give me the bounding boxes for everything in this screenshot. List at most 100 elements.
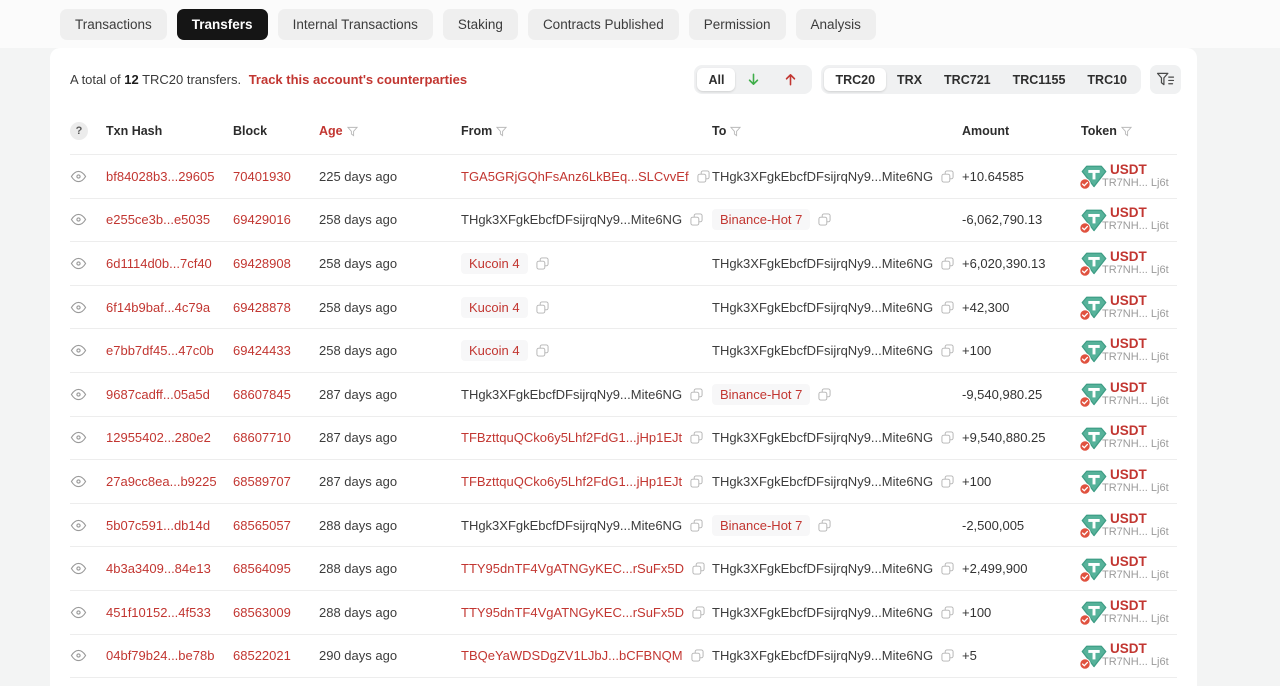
header-age[interactable]: Age	[319, 124, 461, 138]
to-address[interactable]: THgk3XFgkEbcfDFsijrqNy9...Mite6NG	[712, 343, 933, 358]
block-link[interactable]: 68564095	[233, 561, 291, 576]
token-symbol-link[interactable]: USDT	[1110, 293, 1169, 307]
token-symbol-link[interactable]: USDT	[1110, 424, 1169, 438]
txn-hash-link[interactable]: 6f14b9baf...4c79a	[106, 300, 210, 315]
header-to[interactable]: To	[712, 124, 962, 138]
from-address[interactable]: Kucoin 4	[461, 252, 528, 274]
tab-transfers[interactable]: Transfers	[176, 8, 268, 40]
eye-icon[interactable]	[70, 560, 87, 577]
copy-icon[interactable]	[690, 519, 703, 532]
block-link[interactable]: 68607710	[233, 430, 291, 445]
copy-icon[interactable]	[818, 519, 831, 532]
token-symbol-link[interactable]: USDT	[1110, 468, 1169, 482]
tab-permission[interactable]: Permission	[688, 8, 786, 40]
block-link[interactable]: 68522021	[233, 648, 291, 663]
txn-hash-link[interactable]: 04bf79b24...be78b	[106, 648, 214, 663]
to-address[interactable]: THgk3XFgkEbcfDFsijrqNy9...Mite6NG	[712, 256, 933, 271]
eye-icon[interactable]	[70, 604, 87, 621]
copy-icon[interactable]	[941, 301, 954, 314]
copy-icon[interactable]	[818, 213, 831, 226]
txn-hash-link[interactable]: 9687cadff...05a5d	[106, 387, 210, 402]
to-address[interactable]: Binance-Hot 7	[712, 383, 811, 405]
copy-icon[interactable]	[941, 344, 954, 357]
eye-icon[interactable]	[70, 168, 87, 185]
eye-icon[interactable]	[70, 342, 87, 359]
copy-icon[interactable]	[941, 170, 954, 183]
txn-hash-link[interactable]: 27a9cc8ea...b9225	[106, 474, 217, 489]
txn-hash-link[interactable]: e7bb7df45...47c0b	[106, 343, 214, 358]
filter-list-button[interactable]	[1150, 65, 1181, 94]
eye-icon[interactable]	[70, 211, 87, 228]
token-symbol-link[interactable]: USDT	[1110, 337, 1169, 351]
copy-icon[interactable]	[690, 388, 703, 401]
token-type-trc20-button[interactable]: TRC20	[824, 68, 887, 91]
from-address[interactable]: Kucoin 4	[461, 296, 528, 318]
token-symbol-link[interactable]: USDT	[1110, 381, 1169, 395]
copy-icon[interactable]	[690, 431, 703, 444]
to-address[interactable]: Binance-Hot 7	[712, 209, 811, 231]
block-link[interactable]: 68607845	[233, 387, 291, 402]
eye-icon[interactable]	[70, 386, 87, 403]
txn-hash-link[interactable]: 12955402...280e2	[106, 430, 211, 445]
from-address[interactable]: TFBzttquQCko6y5Lhf2FdG1...jHp1EJt	[461, 474, 682, 489]
copy-icon[interactable]	[690, 213, 703, 226]
track-counterparties-link[interactable]: Track this account's counterparties	[249, 72, 467, 87]
from-address[interactable]: Kucoin 4	[461, 340, 528, 362]
eye-icon[interactable]	[70, 255, 87, 272]
token-symbol-link[interactable]: USDT	[1110, 555, 1169, 569]
to-address[interactable]: THgk3XFgkEbcfDFsijrqNy9...Mite6NG	[712, 561, 933, 576]
txn-hash-link[interactable]: bf84028b3...29605	[106, 169, 214, 184]
copy-icon[interactable]	[697, 170, 710, 183]
txn-hash-link[interactable]: 6d1114d0b...7cf40	[106, 256, 212, 271]
copy-icon[interactable]	[941, 475, 954, 488]
eye-icon[interactable]	[70, 473, 87, 490]
copy-icon[interactable]	[941, 606, 954, 619]
txn-hash-link[interactable]: e255ce3b...e5035	[106, 212, 210, 227]
tab-internal-transactions[interactable]: Internal Transactions	[277, 8, 433, 40]
token-symbol-link[interactable]: USDT	[1110, 598, 1169, 612]
tab-staking[interactable]: Staking	[442, 8, 518, 40]
txn-hash-link[interactable]: 451f10152...4f533	[106, 605, 211, 620]
block-link[interactable]: 68563009	[233, 605, 291, 620]
token-symbol-link[interactable]: USDT	[1110, 511, 1169, 525]
to-address[interactable]: Binance-Hot 7	[712, 514, 811, 536]
tab-analysis[interactable]: Analysis	[795, 8, 876, 40]
question-icon[interactable]: ?	[70, 122, 88, 140]
direction-all-button[interactable]: All	[697, 68, 736, 91]
copy-icon[interactable]	[941, 562, 954, 575]
block-link[interactable]: 69429016	[233, 212, 291, 227]
txn-hash-link[interactable]: 5b07c591...db14d	[106, 518, 210, 533]
outgoing-filter-button[interactable]	[772, 68, 809, 91]
eye-icon[interactable]	[70, 647, 87, 664]
copy-icon[interactable]	[692, 606, 705, 619]
to-address[interactable]: THgk3XFgkEbcfDFsijrqNy9...Mite6NG	[712, 169, 933, 184]
from-address[interactable]: TGA5GRjGQhFsAnz6LkBEq...SLCvvEf	[461, 169, 689, 184]
eye-icon[interactable]	[70, 429, 87, 446]
from-address[interactable]: THgk3XFgkEbcfDFsijrqNy9...Mite6NG	[461, 212, 682, 227]
token-symbol-link[interactable]: USDT	[1110, 250, 1169, 264]
tab-contracts-published[interactable]: Contracts Published	[527, 8, 679, 40]
copy-icon[interactable]	[692, 562, 705, 575]
token-type-trc1155-button[interactable]: TRC1155	[1002, 68, 1077, 91]
to-address[interactable]: THgk3XFgkEbcfDFsijrqNy9...Mite6NG	[712, 474, 933, 489]
from-address[interactable]: TBQeYaWDSDgZV1LJbJ...bCFBNQM	[461, 648, 683, 663]
copy-icon[interactable]	[690, 475, 703, 488]
token-type-trc10-button[interactable]: TRC10	[1076, 68, 1138, 91]
copy-icon[interactable]	[941, 649, 954, 662]
block-link[interactable]: 70401930	[233, 169, 291, 184]
to-address[interactable]: THgk3XFgkEbcfDFsijrqNy9...Mite6NG	[712, 648, 933, 663]
block-link[interactable]: 69424433	[233, 343, 291, 358]
copy-icon[interactable]	[941, 257, 954, 270]
to-address[interactable]: THgk3XFgkEbcfDFsijrqNy9...Mite6NG	[712, 605, 933, 620]
token-symbol-link[interactable]: USDT	[1110, 206, 1169, 220]
copy-icon[interactable]	[818, 388, 831, 401]
from-address[interactable]: THgk3XFgkEbcfDFsijrqNy9...Mite6NG	[461, 518, 682, 533]
header-token[interactable]: Token	[1081, 124, 1177, 138]
from-address[interactable]: TTY95dnTF4VgATNGyKEC...rSuFx5D	[461, 605, 684, 620]
txn-hash-link[interactable]: 4b3a3409...84e13	[106, 561, 211, 576]
token-type-trc721-button[interactable]: TRC721	[933, 68, 1002, 91]
from-address[interactable]: THgk3XFgkEbcfDFsijrqNy9...Mite6NG	[461, 387, 682, 402]
copy-icon[interactable]	[941, 431, 954, 444]
block-link[interactable]: 69428908	[233, 256, 291, 271]
copy-icon[interactable]	[691, 649, 704, 662]
